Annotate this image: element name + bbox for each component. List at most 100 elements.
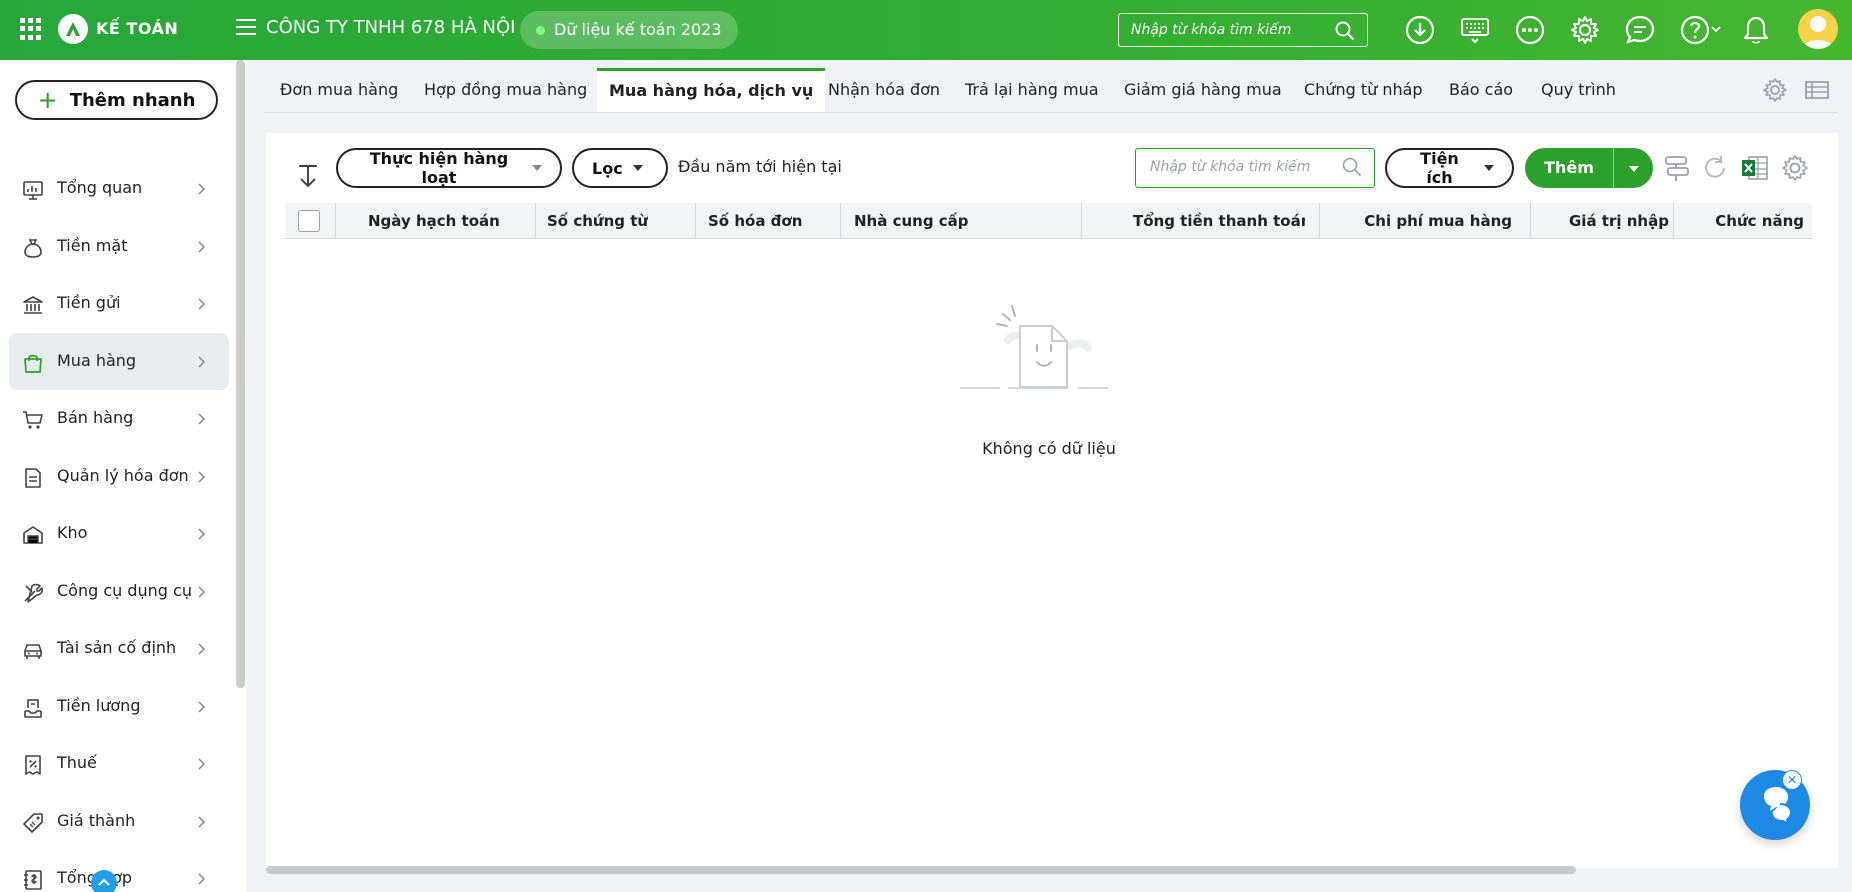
column-header-so-chung-tu[interactable]: Số chứng từ <box>547 203 648 239</box>
excel-export-icon[interactable] <box>1740 153 1770 183</box>
tab-giam-gia-hang-mua[interactable]: Giảm giá hàng mua <box>1124 68 1282 113</box>
table-search-input[interactable] <box>1136 149 1326 185</box>
chevron-right-icon <box>198 815 206 828</box>
add-dropdown-caret-icon[interactable] <box>1629 166 1639 172</box>
sidebar-item-tai-san-co-dinh[interactable]: Tài sản cố định <box>9 620 229 678</box>
chevron-right-icon <box>198 585 206 598</box>
status-dot-icon <box>536 26 545 35</box>
plus-icon: + <box>37 86 58 114</box>
chevron-right-icon <box>198 873 206 885</box>
sidebar-item-tien-luong[interactable]: Tiền lương <box>9 678 229 736</box>
sidebar-item-label: Tiền mặt <box>57 235 128 255</box>
top-header: KẾ TOÁN CÔNG TY TNHH 678 HÀ NỘI Dữ liệu … <box>0 0 1852 60</box>
chevron-right-icon <box>198 643 206 655</box>
search-icon[interactable] <box>1335 21 1355 41</box>
sidebar-item-cong-cu-dung-cu[interactable]: Công cụ dụng cụ <box>9 563 229 621</box>
scroll-up-icon[interactable] <box>91 870 117 892</box>
sort-icon[interactable] <box>295 160 321 190</box>
column-header-chi-phi-mua-hang[interactable]: Chi phí mua hàng <box>1345 203 1512 239</box>
sidebar-item-mua-hang[interactable]: Mua hàng <box>9 332 229 390</box>
table-header: Ngày hạch toán Số chứng từ Số hóa đơn Nh… <box>285 203 1812 239</box>
signpost-icon[interactable] <box>1662 153 1692 183</box>
sidebar-item-tien-mat[interactable]: Tiền mặt <box>9 218 229 276</box>
empty-state-text: Không có dữ liệu <box>982 439 1116 458</box>
column-header-nha-cung-cap[interactable]: Nhà cung cấp <box>854 203 969 239</box>
caret-down-icon <box>532 165 542 171</box>
content-panel <box>266 133 1838 868</box>
sidebar-item-gia-thanh[interactable]: Giá thành <box>9 793 229 851</box>
tab-tra-lai-hang-mua[interactable]: Trả lại hàng mua <box>965 68 1099 113</box>
bank-icon <box>23 296 43 314</box>
sidebar-nav: Tổng quan Tiền mặt Tiền gửi Mua hàng Bán… <box>9 160 229 892</box>
horizontal-scrollbar[interactable] <box>266 866 1576 874</box>
sidebar-item-tong-quan[interactable]: Tổng quan <box>9 160 229 218</box>
tab-quy-trinh[interactable]: Quy trình <box>1541 68 1616 113</box>
list-view-icon[interactable] <box>1804 77 1830 103</box>
car-icon <box>24 644 42 659</box>
global-search[interactable] <box>1118 13 1368 47</box>
download-icon[interactable] <box>1404 14 1436 46</box>
warehouse-icon <box>23 526 43 544</box>
sidebar-item-label: Bán hàng <box>57 408 134 427</box>
period-text[interactable]: Đầu năm tới hiện tại <box>678 157 842 176</box>
gear-icon[interactable] <box>1569 14 1601 46</box>
column-header-ngay-hach-toan[interactable]: Ngày hạch toán <box>368 203 500 239</box>
search-icon[interactable] <box>1342 157 1362 177</box>
empty-document-icon <box>960 305 1125 389</box>
cash-bag-icon <box>24 238 42 258</box>
invoice-icon <box>25 467 41 488</box>
column-header-so-hoa-don[interactable]: Số hóa đơn <box>708 203 802 239</box>
sidebar-item-label: Quản lý hóa đơn <box>57 465 189 485</box>
sidebar-scrollbar[interactable] <box>236 60 245 688</box>
tax-icon <box>25 755 41 775</box>
keyboard-icon[interactable] <box>1459 14 1491 46</box>
hamburger-menu-icon[interactable] <box>236 19 256 37</box>
dataset-label: Dữ liệu kế toán 2023 <box>554 20 722 39</box>
sidebar-item-thue[interactable]: Thuế <box>9 735 229 793</box>
filter-dropdown[interactable]: Lọc <box>572 148 668 188</box>
add-button[interactable]: Thêm <box>1525 148 1653 188</box>
company-name[interactable]: CÔNG TY TNHH 678 HÀ NỘI <box>266 17 515 38</box>
tab-hop-dong-mua-hang[interactable]: Hợp đồng mua hàng <box>424 68 587 113</box>
tab-nhan-hoa-don[interactable]: Nhận hóa đơn <box>828 68 940 113</box>
logo-icon <box>58 14 88 44</box>
tab-bao-cao[interactable]: Báo cáo <box>1449 68 1513 113</box>
app-launcher-icon[interactable] <box>20 18 42 40</box>
select-all-checkbox[interactable] <box>298 210 320 232</box>
tools-icon <box>24 583 44 603</box>
column-header-gia-tri-nhap-kho[interactable]: Giá trị nhập kh <box>1569 203 1673 239</box>
tab-chung-tu-nhap[interactable]: Chứng từ nháp <box>1304 68 1423 113</box>
more-icon[interactable] <box>1514 14 1546 46</box>
tab-don-mua-hang[interactable]: Đơn mua hàng <box>280 68 398 113</box>
refresh-icon[interactable] <box>1700 153 1730 183</box>
sidebar-item-tong-hop[interactable]: Tổng hợp <box>9 850 229 892</box>
caret-down-icon <box>632 165 643 171</box>
dataset-selector[interactable]: Dữ liệu kế toán 2023 <box>520 11 738 49</box>
global-search-input[interactable] <box>1119 14 1319 46</box>
close-chat-icon[interactable]: ✕ <box>1782 770 1802 790</box>
sidebar: + Thêm nhanh Tổng quan Tiền mặt Tiền gửi… <box>0 60 246 892</box>
bell-icon[interactable] <box>1740 14 1772 46</box>
avatar-icon <box>1803 16 1833 49</box>
quick-add-button[interactable]: + Thêm nhanh <box>15 80 218 120</box>
table-settings-gear-icon[interactable] <box>1780 153 1810 183</box>
utilities-dropdown[interactable]: Tiện ích <box>1385 148 1514 188</box>
chat-icon[interactable] <box>1624 14 1656 46</box>
user-avatar[interactable] <box>1798 9 1838 49</box>
sidebar-item-tien-gui[interactable]: Tiền gửi <box>9 275 229 333</box>
tab-mua-hang-hoa-dich-vu[interactable]: Mua hàng hóa, dịch vụ <box>597 68 826 113</box>
column-header-tong-tien-thanh-toan[interactable]: Tổng tiền thanh toán <box>1133 203 1305 239</box>
filter-label: Lọc <box>592 158 623 178</box>
batch-action-dropdown[interactable]: Thực hiện hàng loạt <box>336 148 562 188</box>
help-icon[interactable] <box>1679 14 1723 46</box>
sidebar-item-kho[interactable]: Kho <box>9 505 229 563</box>
table-search[interactable] <box>1135 148 1375 188</box>
summary-icon <box>24 870 42 890</box>
chevron-right-icon <box>198 470 206 483</box>
sidebar-item-label: Tiền lương <box>57 695 141 715</box>
column-header-chuc-nang[interactable]: Chức năng <box>1678 203 1804 239</box>
add-button-label: Thêm <box>1544 158 1594 177</box>
shopping-bag-icon <box>24 354 42 373</box>
tab-settings-gear-icon[interactable] <box>1762 77 1788 103</box>
payroll-icon <box>24 698 42 718</box>
